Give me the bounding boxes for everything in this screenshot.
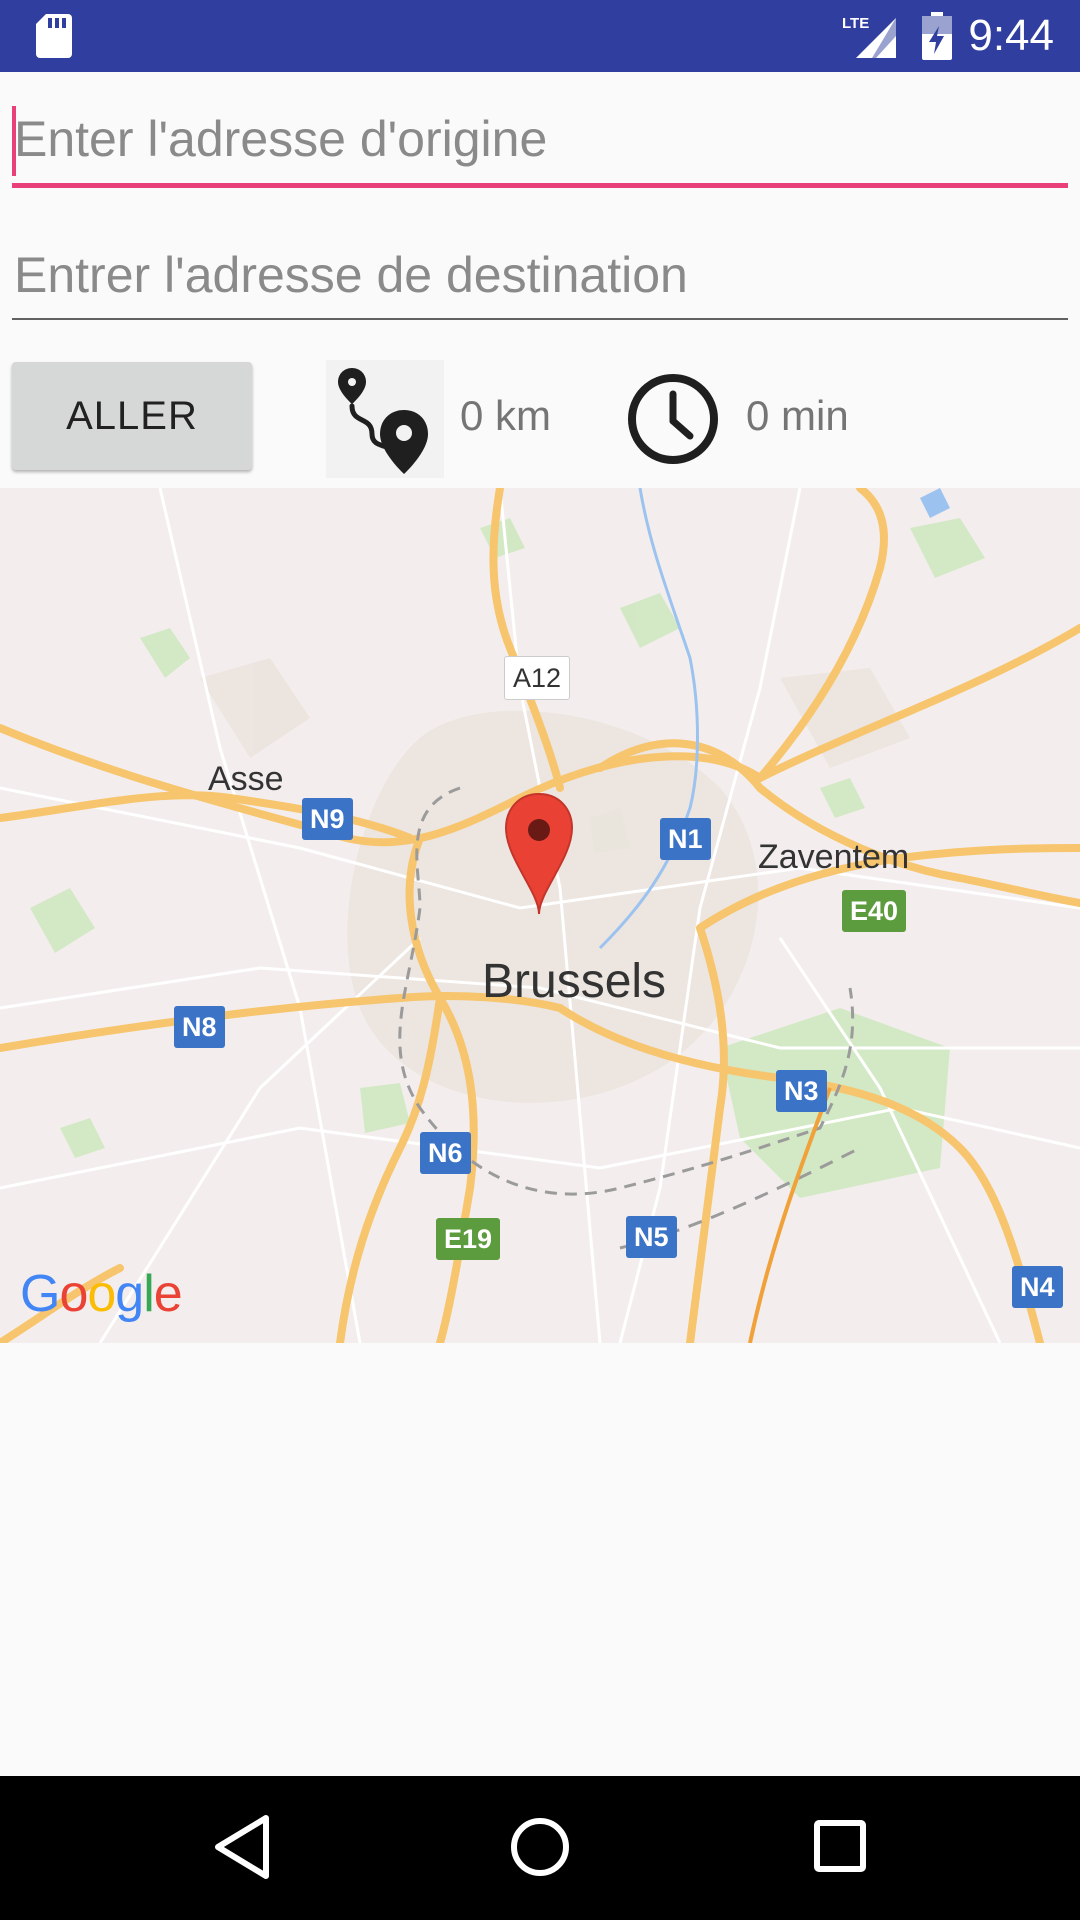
destination-input[interactable] — [12, 240, 1068, 310]
destination-field[interactable] — [12, 240, 1068, 320]
svg-text:LTE: LTE — [842, 15, 869, 32]
road-shield-n1: N1 — [660, 818, 711, 860]
google-logo: Google — [20, 1265, 183, 1323]
lte-signal-icon: LTE — [842, 15, 896, 58]
status-bar: LTE 9:44 — [0, 0, 1080, 72]
origin-input[interactable] — [12, 104, 1068, 174]
recents-icon[interactable] — [812, 1812, 868, 1882]
destination-underline — [12, 318, 1068, 320]
origin-field[interactable] — [12, 104, 1068, 188]
road-shield-n4: N4 — [1012, 1266, 1063, 1308]
status-time: 9:44 — [968, 11, 1054, 60]
navigation-bar — [0, 1776, 1080, 1920]
sd-card-icon — [36, 14, 72, 58]
origin-underline — [12, 183, 1068, 188]
road-shield-e40: E40 — [842, 890, 907, 932]
back-icon[interactable] — [212, 1812, 272, 1882]
route-icon — [326, 360, 444, 478]
road-shield-n8: N8 — [174, 1006, 225, 1048]
road-shield-n5: N5 — [626, 1216, 677, 1258]
home-icon[interactable] — [508, 1812, 572, 1882]
map-tiles — [0, 488, 1080, 1343]
place-label-zaventem: Zaventem — [758, 838, 910, 876]
city-label-brussels: Brussels — [482, 955, 667, 1008]
distance-value: 0 km — [460, 392, 552, 439]
road-shield-n3: N3 — [776, 1070, 827, 1112]
map-view[interactable]: Asse Zaventem Brussels A12 N9 N1 E40 N8 … — [0, 488, 1080, 1343]
duration-value: 0 min — [746, 392, 849, 439]
road-shield-e19: E19 — [436, 1218, 501, 1260]
go-button[interactable]: ALLER — [12, 362, 252, 470]
road-shield-n9: N9 — [302, 798, 353, 840]
place-label-asse: Asse — [208, 760, 284, 798]
road-shield-a12: A12 — [504, 656, 571, 700]
clock-icon — [628, 374, 718, 464]
road-shield-n6: N6 — [420, 1132, 471, 1174]
text-cursor — [12, 106, 16, 176]
battery-charging-icon — [922, 12, 952, 60]
